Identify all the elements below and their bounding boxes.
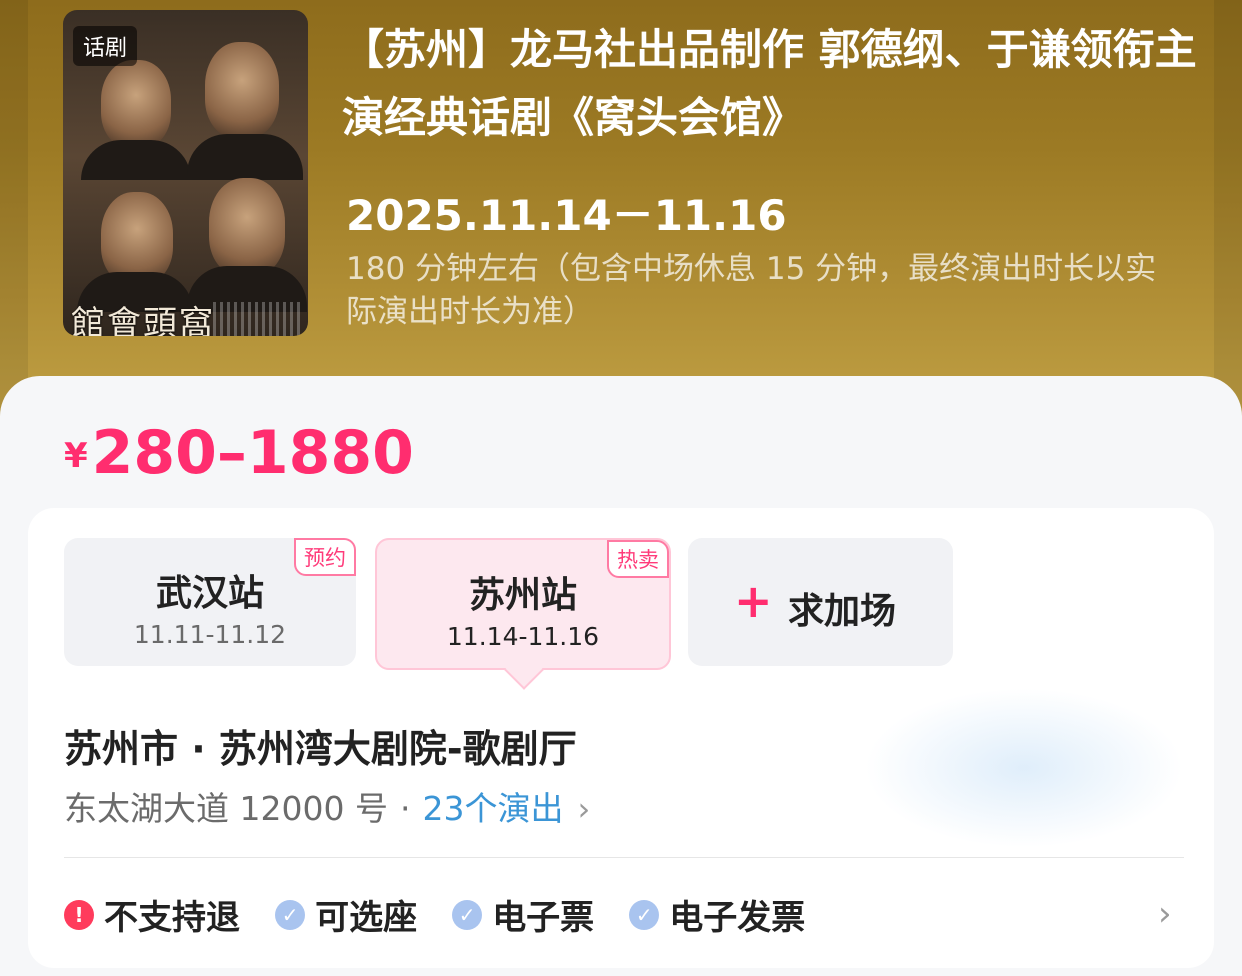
divider	[64, 857, 1184, 858]
request-extra-show-button[interactable]: + 求加场	[688, 538, 953, 666]
check-icon: ✓	[629, 899, 660, 930]
chevron-right-icon[interactable]: ›	[1158, 894, 1172, 934]
event-date-range: 2025.11.14－11.16	[346, 191, 787, 240]
event-poster[interactable]: 话剧 館會頭窩	[63, 10, 308, 336]
policy-seat-selection: ✓ 可选座	[275, 890, 417, 939]
header-shade-right	[1214, 0, 1242, 420]
station-badge-hot: 热卖	[607, 540, 669, 578]
station-dates: 11.11-11.12	[133, 620, 287, 649]
request-extra-show-label: 求加场	[788, 591, 897, 632]
exclamation-icon: !	[64, 899, 94, 930]
policy-label: 电子发票	[669, 898, 806, 938]
policy-label: 不支持退	[104, 898, 240, 938]
venue-address-row[interactable]: 东太湖大道 12000 号 · 23个演出 ›	[64, 782, 590, 830]
poster-title-calligraphy: 館會頭窩	[71, 304, 215, 336]
price-range: ¥280–1880	[64, 418, 414, 488]
station-dates: 11.14-11.16	[446, 622, 600, 651]
venue-name: 苏州市 · 苏州湾大剧院-歌剧厅	[64, 727, 577, 771]
poster-figure-2	[187, 134, 303, 180]
poster-face-2	[205, 42, 279, 138]
header-shade-left	[0, 0, 28, 420]
policy-no-refund: ! 不支持退	[64, 890, 240, 939]
policy-label: 可选座	[315, 898, 418, 938]
event-duration: 180 分钟左右（包含中场休息 15 分钟，最终演出时长以实际演出时长为准）	[346, 251, 1157, 330]
event-title: 【苏州】龙马社出品制作 郭德纲、于谦领衔主演经典话剧《窝头会馆》	[342, 25, 1197, 142]
price-amount: 280–1880	[91, 418, 414, 488]
address-separator: ·	[399, 789, 411, 828]
poster-face-1	[101, 60, 171, 148]
ticket-policies[interactable]: ! 不支持退 ✓ 可选座 ✓ 电子票 ✓ 电子发票	[64, 890, 835, 938]
check-icon: ✓	[275, 899, 306, 930]
station-suzhou[interactable]: 苏州站 11.14-11.16 热卖	[375, 538, 671, 690]
poster-figure-1	[81, 140, 191, 180]
chevron-right-icon: ›	[577, 790, 591, 828]
panel-glow	[864, 688, 1184, 848]
poster-face-3	[101, 192, 173, 284]
policy-label: 电子票	[492, 898, 595, 938]
poster-credits	[213, 302, 303, 336]
station-wuhan[interactable]: 武汉站 11.11-11.12 预约	[64, 538, 356, 666]
station-badge-reserve: 预约	[294, 538, 356, 576]
currency-symbol: ¥	[64, 436, 88, 476]
check-icon: ✓	[452, 899, 483, 930]
policy-e-ticket: ✓ 电子票	[452, 890, 594, 939]
category-tag: 话剧	[73, 26, 138, 66]
venue-show-count-link[interactable]: 23个演出	[422, 789, 563, 828]
venue-address: 东太湖大道 12000 号	[64, 789, 388, 828]
poster-face-4	[209, 178, 285, 276]
plus-icon: +	[734, 574, 773, 628]
policy-e-invoice: ✓ 电子发票	[629, 890, 805, 939]
